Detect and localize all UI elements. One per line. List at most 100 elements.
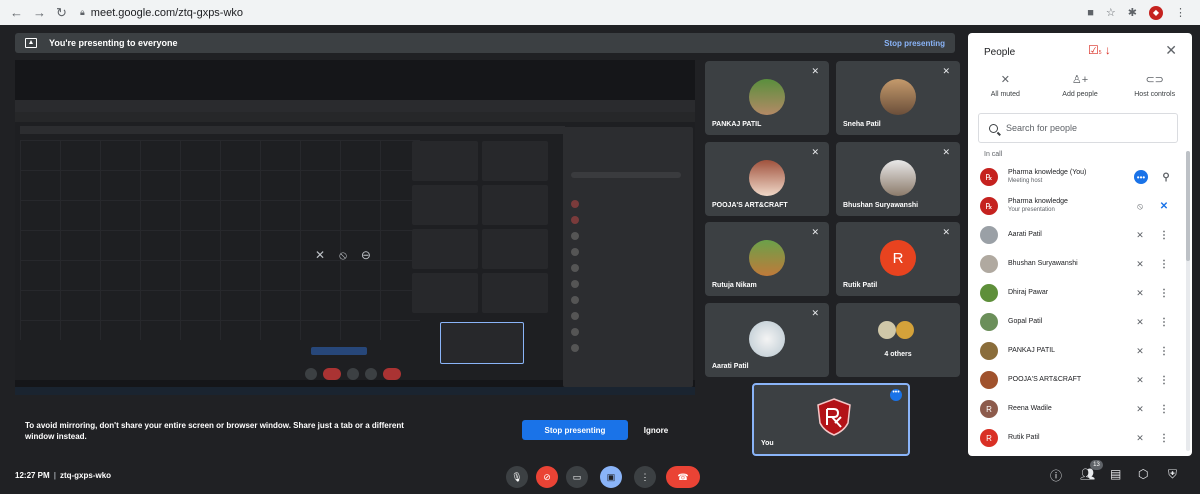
mic-off-icon[interactable]: ✕ — [1126, 230, 1154, 241]
avatar: R — [880, 240, 916, 276]
more-vert-icon[interactable]: ⋮ — [1154, 317, 1174, 328]
mute-icon[interactable]: ⦸ — [1126, 201, 1154, 212]
avatar: ℞ — [980, 197, 998, 215]
stop-presenting-link[interactable]: Stop presenting — [884, 39, 945, 48]
mic-off-icon: ✕ — [811, 147, 819, 157]
person-name: Pharma knowledge (You) Meeting host — [1008, 169, 1126, 185]
avatar — [749, 321, 785, 357]
present-button[interactable]: ▣ — [600, 466, 622, 488]
back-icon[interactable]: ← — [10, 5, 23, 21]
person-name: Pharma knowledge Your presentation — [1008, 198, 1126, 214]
ignore-button[interactable]: Ignore — [636, 420, 676, 440]
shared-avatar — [571, 296, 579, 304]
more-vert-icon[interactable]: ⋮ — [1154, 288, 1174, 299]
host-controls-button[interactable]: ⊂⊃ Host controls — [1117, 73, 1192, 98]
participant-tile[interactable]: ✕ PANKAJ PATIL — [705, 61, 829, 135]
camera-icon[interactable]: ■ — [1087, 7, 1094, 19]
person-name-text: Aarati Patil — [1008, 231, 1042, 238]
leave-call-button[interactable]: ☎︎ — [666, 466, 700, 488]
participant-name: Bhushan Suryawanshi — [843, 202, 919, 209]
close-icon[interactable]: ✕ — [1165, 42, 1177, 59]
shared-avatar — [571, 328, 579, 336]
pin-icon[interactable]: ✕ — [315, 248, 325, 263]
more-vert-icon[interactable]: ⋮ — [1154, 404, 1174, 415]
more-vert-icon[interactable]: ⋮ — [1154, 259, 1174, 270]
avatar — [749, 79, 785, 115]
participant-tile[interactable]: ✕ Bhushan Suryawanshi — [836, 142, 960, 216]
extension-icon[interactable]: ✱ — [1128, 6, 1137, 19]
mic-off-icon[interactable]: ✕ — [1126, 346, 1154, 357]
list-item[interactable]: ℞ Pharma knowledge Your presentation ⦸ ✕ — [980, 192, 1180, 220]
camera-button[interactable]: ⊘ — [536, 466, 558, 488]
host-shield-icon[interactable]: ⛨ — [1168, 467, 1177, 482]
stop-presenting-button[interactable]: Stop presenting — [522, 420, 628, 440]
shared-control — [323, 368, 341, 380]
more-options-icon[interactable]: ••• — [890, 389, 902, 401]
mute-icon[interactable]: ⦸ — [339, 248, 347, 263]
chat-icon[interactable]: ▤ — [1110, 467, 1121, 481]
list-item[interactable]: Dhiraj Pawar ✕ ⋮ — [980, 279, 1180, 307]
remove-icon[interactable]: ⊖ — [361, 248, 371, 263]
others-label: 4 others — [884, 351, 912, 358]
add-people-button[interactable]: ♙+ Add people — [1043, 73, 1118, 98]
shared-avatar — [571, 200, 579, 208]
more-button[interactable]: ⋮ — [634, 466, 656, 488]
participant-name: You — [761, 440, 774, 447]
participant-tile-others[interactable]: 4 others — [836, 303, 960, 377]
mic-off-icon[interactable]: ✕ — [1126, 375, 1154, 386]
forward-icon[interactable]: → — [33, 5, 46, 21]
participant-tile[interactable]: ✕ R Rutik Patil — [836, 222, 960, 296]
mic-off-icon[interactable]: ✕ — [1126, 433, 1154, 444]
mic-off-icon[interactable]: ✕ — [1126, 317, 1154, 328]
participant-tile[interactable]: ✕ Rutuja Nikam — [705, 222, 829, 296]
mute-all-button[interactable]: ✕ All muted — [968, 73, 1043, 98]
more-vert-icon[interactable]: ⋮ — [1154, 375, 1174, 386]
person-name: PANKAJ PATIL — [1008, 347, 1126, 355]
more-vert-icon[interactable]: ⋮ — [1154, 433, 1174, 444]
list-item[interactable]: Aarati Patil ✕ ⋮ — [980, 221, 1180, 249]
menu-icon[interactable]: ⋮ — [1175, 6, 1186, 19]
list-item[interactable]: Bhushan Suryawanshi ✕ ⋮ — [980, 250, 1180, 278]
address-bar[interactable]: 🔒︎ meet.google.com/ztq-gxps-wko — [80, 7, 243, 19]
person-name: POOJA'S ART&CRAFT — [1008, 376, 1126, 384]
list-item[interactable]: Gopal Patil ✕ ⋮ — [980, 308, 1180, 336]
captions-button[interactable]: ▭ — [566, 466, 588, 488]
mic-off-icon[interactable]: ✕ — [1126, 259, 1154, 270]
more-vert-icon[interactable]: ⋮ — [1154, 230, 1174, 241]
mic-button[interactable]: 🎙︎ — [506, 466, 528, 488]
mic-off-icon[interactable]: ✕ — [1126, 288, 1154, 299]
more-vert-icon[interactable]: ⋮ — [1154, 346, 1174, 357]
hangup-icon: ☎︎ — [677, 471, 689, 482]
person-name: Reena Wadile — [1008, 405, 1126, 413]
activities-icon[interactable]: ⬡ — [1138, 467, 1148, 481]
search-people-input[interactable]: Search for people — [978, 113, 1178, 143]
shared-banner — [20, 126, 565, 134]
shared-control — [305, 368, 317, 380]
person-name: Dhiraj Pawar — [1008, 289, 1126, 297]
pin-icon[interactable]: ⚲ — [1156, 172, 1176, 183]
list-item[interactable]: PANKAJ PATIL ✕ ⋮ — [980, 337, 1180, 365]
list-item[interactable]: POOJA'S ART&CRAFT ✕ ⋮ — [980, 366, 1180, 394]
mic-off-icon[interactable]: ✕ — [1126, 404, 1154, 415]
shared-people-panel — [563, 127, 693, 387]
list-item[interactable]: ℞ Pharma knowledge (You) Meeting host •••… — [980, 163, 1180, 191]
participant-tile[interactable]: ✕ Aarati Patil — [705, 303, 829, 377]
self-tile[interactable]: ••• You — [752, 383, 910, 456]
list-item[interactable]: R Reena Wadile ✕ ⋮ — [980, 395, 1180, 423]
avatar-initial: R — [892, 249, 904, 267]
pin-icon[interactable]: ✕ — [1154, 201, 1174, 212]
person-name-text: Reena Wadile — [1008, 405, 1052, 412]
person-name-text: Dhiraj Pawar — [1008, 289, 1049, 296]
panel-scrollbar[interactable] — [1186, 151, 1190, 451]
star-icon[interactable]: ☆ — [1106, 6, 1116, 19]
info-icon[interactable]: ⓘ — [1050, 467, 1062, 484]
reload-icon[interactable]: ↻ — [56, 5, 67, 21]
list-item[interactable]: R Rutik Patil ✕ ⋮ — [980, 424, 1180, 452]
avatar-initial: R — [986, 433, 992, 443]
shield-extension-icon[interactable]: ◆ — [1149, 5, 1163, 20]
more-options-icon[interactable]: ••• — [1134, 170, 1148, 184]
camera-off-icon: ⊘ — [543, 471, 551, 482]
avatar-initial: R — [986, 404, 992, 414]
participant-tile[interactable]: ✕ POOJA'S ART&CRAFT — [705, 142, 829, 216]
participant-tile[interactable]: ✕ Sneha Patil — [836, 61, 960, 135]
